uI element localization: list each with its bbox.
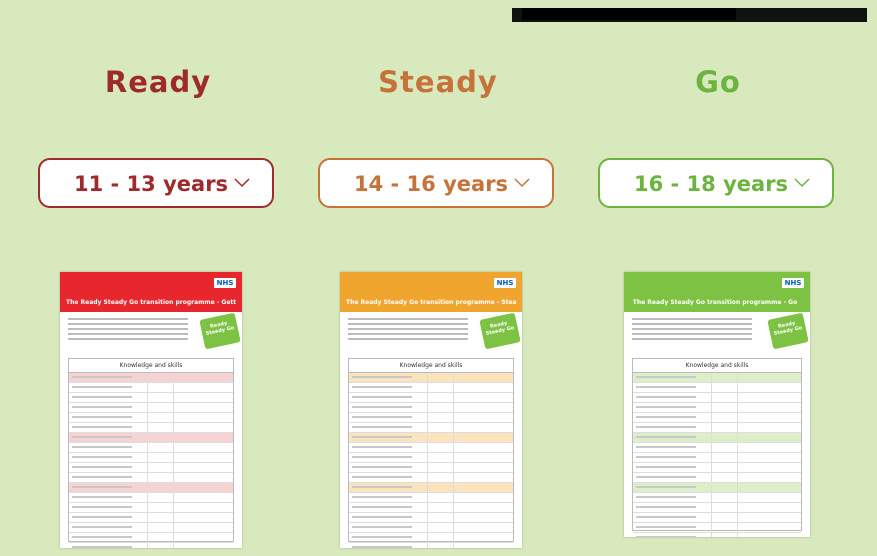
- doc-table-row: [349, 413, 513, 423]
- doc-table-rows: [633, 373, 801, 537]
- questionnaire-thumbnail[interactable]: NHS The Ready Steady Go transition progr…: [60, 272, 242, 548]
- doc-table-row: [69, 443, 233, 453]
- doc-table: Knowledge and skills: [632, 358, 802, 537]
- doc-table-row: [633, 453, 801, 463]
- nhs-logo: NHS: [494, 278, 516, 288]
- doc-table-row: [69, 453, 233, 463]
- rsg-badge: Ready Steady Go: [767, 312, 809, 350]
- age-range-select[interactable]: 16 - 18 years: [598, 158, 834, 208]
- column-heading: Go: [695, 65, 741, 99]
- doc-table-header: Knowledge and skills: [633, 359, 801, 373]
- doc-intro-lines: [632, 318, 752, 343]
- age-range-value: 11 - 13 years: [74, 172, 229, 196]
- age-range-select[interactable]: 11 - 13 years: [38, 158, 274, 208]
- doc-table-row: [349, 423, 513, 433]
- doc-table-row: [633, 523, 801, 533]
- doc-table-row: [633, 383, 801, 393]
- doc-title: The Ready Steady Go transition programme…: [66, 299, 236, 306]
- doc-table-row: [633, 473, 801, 483]
- doc-table-row: [349, 403, 513, 413]
- column-heading: Steady: [378, 65, 498, 99]
- doc-intro-lines: [348, 318, 468, 343]
- top-dark-bar: [512, 8, 867, 22]
- age-range-select[interactable]: 14 - 16 years: [318, 158, 554, 208]
- doc-table-row: [349, 533, 513, 543]
- doc-table: Knowledge and skills: [348, 358, 514, 548]
- doc-table-row: [69, 373, 233, 383]
- doc-table-row: [69, 493, 233, 503]
- doc-table-row: [69, 463, 233, 473]
- doc-table-row: [349, 453, 513, 463]
- doc-table-row: [69, 503, 233, 513]
- doc-table-rows: [69, 373, 233, 548]
- chevron-down-icon: [514, 178, 530, 188]
- doc-table-row: [349, 513, 513, 523]
- questionnaire-thumbnail[interactable]: NHS The Ready Steady Go transition progr…: [624, 272, 810, 537]
- doc-table-row: [633, 503, 801, 513]
- nhs-logo: NHS: [214, 278, 236, 288]
- chevron-down-icon: [794, 178, 810, 188]
- doc-table-row: [69, 423, 233, 433]
- doc-table-row: [349, 543, 513, 548]
- doc-table-row: [69, 513, 233, 523]
- doc-table-row: [633, 373, 801, 383]
- questionnaire-thumbnail[interactable]: NHS The Ready Steady Go transition progr…: [340, 272, 522, 548]
- doc-table-row: [349, 373, 513, 383]
- doc-table-row: [349, 493, 513, 503]
- doc-table-row: [69, 523, 233, 533]
- doc-table-rows: [349, 373, 513, 548]
- doc-table-row: [69, 413, 233, 423]
- rsg-badge: Ready Steady Go: [199, 312, 241, 350]
- doc-table-row: [69, 393, 233, 403]
- doc-table-row: [349, 473, 513, 483]
- doc-table-row: [633, 393, 801, 403]
- doc-table-row: [633, 463, 801, 473]
- doc-table-row: [633, 413, 801, 423]
- chevron-down-icon: [234, 178, 250, 188]
- doc-table-row: [69, 543, 233, 548]
- doc-table-row: [633, 483, 801, 493]
- doc-table-row: [69, 533, 233, 543]
- doc-table-row: [349, 483, 513, 493]
- doc-table-row: [349, 383, 513, 393]
- age-range-value: 16 - 18 years: [634, 172, 789, 196]
- doc-table-row: [69, 473, 233, 483]
- doc-intro-lines: [68, 318, 188, 343]
- doc-table: Knowledge and skills: [68, 358, 234, 548]
- doc-table-header: Knowledge and skills: [349, 359, 513, 373]
- doc-table-row: [633, 423, 801, 433]
- doc-table-row: [633, 493, 801, 503]
- doc-table-row: [69, 383, 233, 393]
- doc-table-row: [69, 433, 233, 443]
- age-range-value: 14 - 16 years: [354, 172, 509, 196]
- doc-table-header: Knowledge and skills: [69, 359, 233, 373]
- doc-table-row: [633, 433, 801, 443]
- doc-table-row: [349, 443, 513, 453]
- doc-table-row: [633, 533, 801, 537]
- doc-table-row: [349, 433, 513, 443]
- top-dark-bar-inner: [522, 8, 736, 20]
- rsg-badge: Ready Steady Go: [479, 312, 521, 350]
- doc-table-row: [69, 483, 233, 493]
- doc-table-row: [633, 513, 801, 523]
- doc-table-row: [349, 393, 513, 403]
- doc-table-row: [349, 463, 513, 473]
- nhs-logo: NHS: [782, 278, 804, 288]
- column-heading: Ready: [104, 65, 212, 99]
- doc-table-row: [349, 503, 513, 513]
- doc-table-row: [633, 443, 801, 453]
- doc-title: The Ready Steady Go transition programme…: [346, 299, 516, 306]
- doc-table-row: [633, 403, 801, 413]
- doc-table-row: [349, 523, 513, 533]
- doc-table-row: [69, 403, 233, 413]
- doc-title: The Ready Steady Go transition programme…: [632, 299, 798, 306]
